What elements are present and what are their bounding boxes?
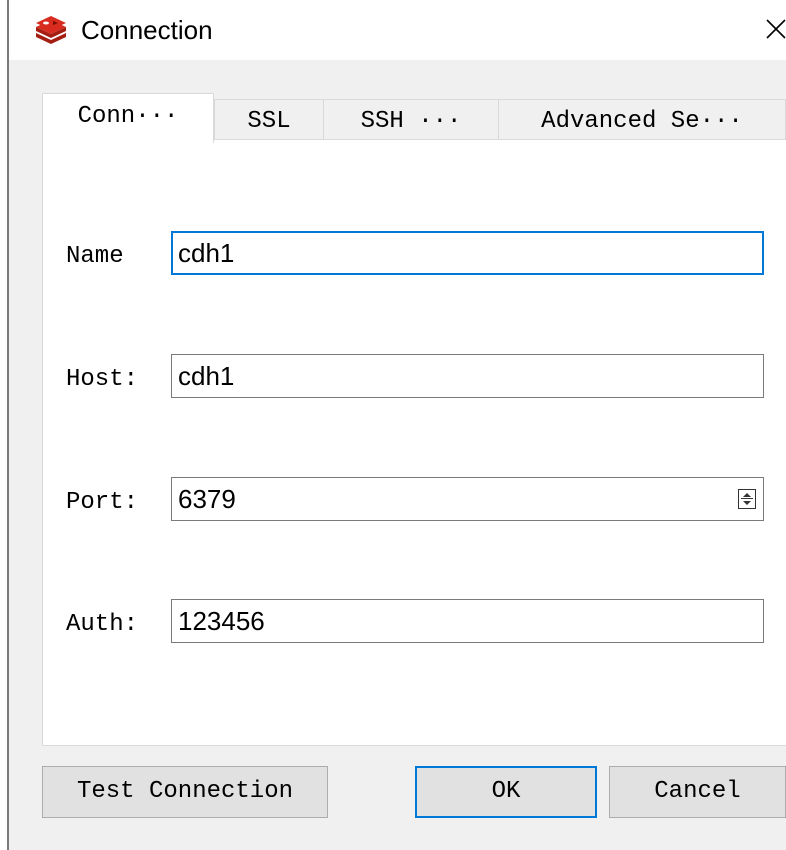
- port-spinner-arrows[interactable]: [738, 489, 756, 509]
- host-label: Host:: [66, 366, 139, 393]
- title-bar: Connection: [9, 0, 786, 60]
- port-spinbox[interactable]: 6379: [171, 477, 764, 521]
- ok-button[interactable]: OK: [415, 766, 597, 818]
- cancel-button[interactable]: Cancel: [609, 766, 786, 818]
- tab-ssh[interactable]: SSH ···: [323, 99, 499, 143]
- window-title: Connection: [81, 15, 213, 45]
- tab-advanced-settings[interactable]: Advanced Se···: [498, 99, 786, 143]
- auth-input[interactable]: 123456: [171, 599, 764, 643]
- port-label: Port:: [66, 489, 139, 516]
- tab-connection[interactable]: Conn···: [42, 93, 214, 143]
- tab-ssl[interactable]: SSL: [214, 99, 324, 143]
- close-icon[interactable]: [761, 14, 786, 44]
- window-left-edge: [0, 0, 9, 850]
- auth-label: Auth:: [66, 611, 139, 638]
- name-label: Name: [66, 243, 124, 270]
- dialog-content: Conn··· SSL SSH ··· Advanced Se··· Name …: [9, 60, 786, 850]
- redis-logo-icon: [36, 16, 66, 44]
- test-connection-button[interactable]: Test Connection: [42, 766, 328, 818]
- host-input[interactable]: cdh1: [171, 354, 764, 398]
- name-input[interactable]: cdh1: [171, 231, 764, 275]
- port-value: 6379: [178, 484, 236, 514]
